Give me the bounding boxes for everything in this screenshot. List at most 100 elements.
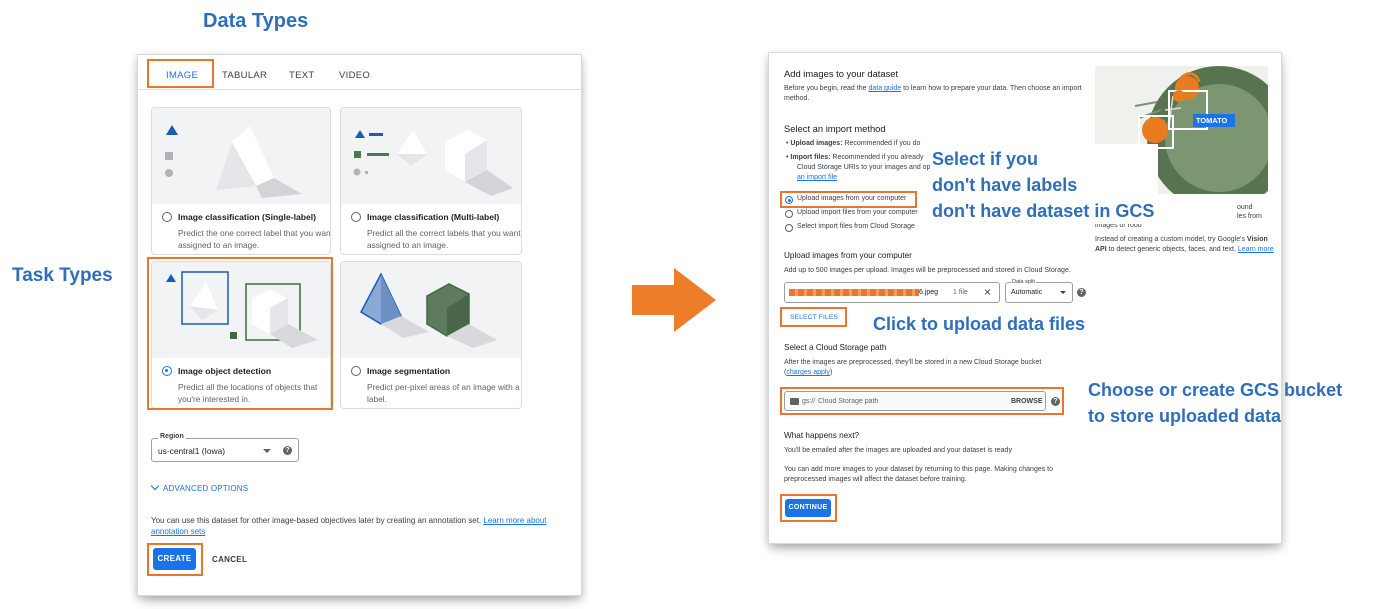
browse-button[interactable]: BROWSE (1011, 398, 1043, 405)
next-text-2: You can add more images to your dataset … (784, 466, 1054, 483)
data-types-callout: Data Types (203, 10, 309, 32)
help-icon[interactable]: ? (1051, 397, 1060, 406)
bullet-import-text: Recommended if you already (832, 154, 924, 161)
card-illustration (152, 108, 330, 204)
card-title: Image object detection (178, 366, 272, 376)
card-description: Predict the one correct label that you w… (178, 228, 331, 250)
single-label-illustration (165, 125, 302, 198)
upload-heading: Upload images from your computer (784, 251, 912, 260)
side-text-2: les from (1237, 213, 1262, 220)
card-image-segmentation[interactable]: Image segmentation Predict per-pixel are… (340, 261, 522, 409)
upload-note-callout: Click to upload data files (873, 314, 1086, 334)
cancel-button[interactable]: CANCEL (212, 555, 247, 564)
advanced-options-toggle[interactable]: ADVANCED OPTIONS (150, 481, 249, 493)
card-title: Image classification (Single-label) (178, 212, 317, 222)
learn-more-link[interactable]: Learn more (1238, 246, 1274, 253)
region-value: us-central1 (Iowa) (158, 446, 226, 456)
intro-pre: Before you begin, read the (784, 85, 867, 92)
card-image-object-detection[interactable]: Image object detection Predict all the l… (151, 261, 331, 409)
option-upload-images[interactable]: Upload images from your computer (797, 194, 906, 204)
close-icon[interactable]: × (984, 285, 991, 299)
option-upload-import-files[interactable]: Upload import files from your computer (797, 208, 918, 218)
bucket-note-callout: Choose or create GCS bucket to store upl… (1088, 377, 1342, 429)
side-text-5: to detect generic objects, faces, and te… (1108, 246, 1236, 253)
card-title: Image segmentation (367, 366, 451, 376)
chevron-down-icon (150, 481, 160, 491)
upload-description: Add up to 500 images per upload. Images … (784, 267, 1071, 274)
bullet-import: • Import files: Recommended if you alrea… (786, 154, 924, 161)
annotation-text: You can use this dataset for other image… (151, 516, 482, 525)
task-types-callout: Task Types (12, 265, 113, 286)
gcs-description: After the images are preprocessed, they'… (784, 359, 1042, 376)
radio-select-cloud-storage[interactable] (785, 224, 793, 232)
radio-segmentation[interactable] (351, 366, 361, 376)
bullet-import-line2: Cloud Storage URIs to your images and op (797, 164, 931, 171)
gcs-heading: Select a Cloud Storage path (784, 343, 887, 352)
data-guide-link[interactable]: data guide (868, 85, 901, 92)
advanced-options-label: ADVANCED OPTIONS (163, 484, 249, 493)
select-note-callout: Select if you don't have labels don't ha… (930, 144, 1159, 224)
gcs-desc-text: After the images are preprocessed, they'… (784, 359, 1042, 366)
bullet-upload: • Upload images: Recommended if you do (786, 140, 921, 147)
file-count: 1 file (953, 289, 968, 296)
card-illustration (341, 108, 521, 204)
folder-icon (790, 398, 799, 405)
bullet-upload-text: Recommended if you do (844, 140, 921, 147)
bucket-note-line2: to store uploaded data (1088, 406, 1282, 426)
card-illustration (341, 262, 521, 358)
data-split-label: Data split (1011, 279, 1036, 285)
arrow-right-icon (632, 268, 716, 332)
tab-video[interactable]: VIDEO (339, 70, 370, 81)
object-detection-illustration (166, 271, 318, 348)
file-name-redacted (789, 289, 919, 296)
annotation-note: You can use this dataset for other image… (151, 515, 571, 537)
page-title: Add images to your dataset (784, 68, 899, 79)
data-split-value: Automatic (1011, 289, 1043, 296)
active-tab-indicator (151, 86, 211, 88)
radio-single-label[interactable] (162, 212, 172, 222)
next-text-1: You'll be emailed after the images are u… (784, 447, 1012, 454)
chevron-down-icon (1060, 291, 1066, 294)
side-text-4: Instead of creating a custom model, try … (1095, 236, 1245, 243)
tab-image[interactable]: IMAGE (166, 70, 198, 81)
bucket-note-line1: Choose or create GCS bucket (1088, 380, 1343, 400)
help-icon[interactable]: ? (1077, 288, 1086, 297)
cloud-storage-path-field[interactable]: gs:// Cloud Storage path BROWSE (784, 391, 1046, 411)
radio-upload-images[interactable] (785, 196, 793, 204)
file-chip[interactable]: 6.jpeg 1 file × (784, 282, 1000, 303)
help-icon[interactable]: ? (283, 446, 292, 455)
select-files-button[interactable]: SELECT FILES (786, 311, 842, 325)
chevron-down-icon (263, 449, 271, 453)
region-select[interactable]: Region us-central1 (Iowa) ? (151, 433, 299, 462)
card-image-classification-single[interactable]: Image classification (Single-label) Pred… (151, 107, 331, 255)
card-illustration (152, 262, 330, 358)
next-heading: What happens next? (784, 431, 860, 440)
create-button[interactable]: CREATE (153, 548, 196, 570)
segmentation-illustration (360, 272, 497, 348)
import-file-link[interactable]: an import file (786, 173, 837, 183)
select-note-line3: don't have dataset in GCS (932, 201, 1155, 221)
multi-label-illustration (353, 130, 513, 196)
vision-api-note: Instead of creating a custom model, try … (1095, 235, 1275, 255)
intro-text: Before you begin, read the data guide to… (784, 84, 1084, 104)
charges-link[interactable]: charges apply (786, 369, 830, 376)
card-title: Image classification (Multi-label) (367, 212, 500, 222)
gcs-prefix: gs:// (802, 398, 816, 405)
select-note-line2: don't have labels (932, 175, 1078, 195)
select-note-line1: Select if you (932, 149, 1039, 169)
card-description: Predict all the locations of objects tha… (178, 382, 318, 404)
tab-bar-divider (137, 89, 581, 90)
bullet-import-bold: Import files: (790, 154, 831, 161)
card-image-classification-multi[interactable]: Image classification (Multi-label) Predi… (340, 107, 522, 255)
radio-object-detection[interactable] (162, 366, 172, 376)
option-select-cloud-storage[interactable]: Select import files from Cloud Storage (797, 222, 915, 232)
tab-text[interactable]: TEXT (289, 70, 314, 81)
continue-button[interactable]: CONTINUE (785, 499, 831, 517)
data-split-select[interactable]: Data split Automatic (1005, 279, 1073, 303)
radio-upload-import-files[interactable] (785, 210, 793, 218)
card-description: Predict all the correct labels that you … (367, 228, 521, 250)
import-method-heading: Select an import method (784, 123, 886, 134)
import-bullets: • Upload images: Recommended if you do •… (786, 139, 931, 183)
tab-tabular[interactable]: TABULAR (222, 70, 267, 81)
radio-multi-label[interactable] (351, 212, 361, 222)
